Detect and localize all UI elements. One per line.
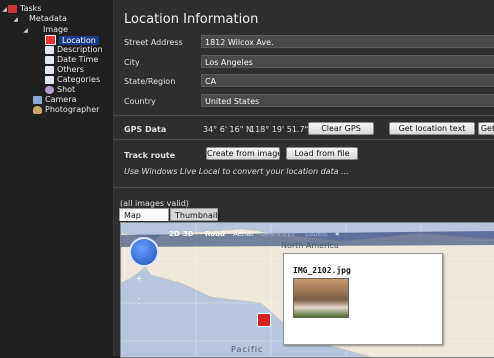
navigation-tree: ◢ Tasks ◢ Metadata ◢ Image Location Descrip… [0,0,114,356]
tree-item-label: Others [57,65,84,74]
expand-arrow-icon[interactable]: ◢ [1,5,8,15]
location-icon [45,35,56,45]
get-button[interactable]: Get [478,122,494,135]
create-from-images-button[interactable]: Create from images [206,147,280,160]
popup-filename: IMG_2102.jpg [293,266,351,275]
tree-item-categories[interactable]: Categories [45,75,100,85]
state-region-field[interactable]: CA [201,74,494,87]
tree-item-image[interactable]: ◢ Image [22,25,68,35]
street-address-label: Street Address [124,38,183,47]
city-field[interactable]: Los Angeles [201,55,494,68]
zoom-out-button[interactable]: - [132,293,146,305]
expand-arrow-icon[interactable]: ◢ [12,15,19,25]
tree-item-photographer[interactable]: Photographer [33,105,99,115]
tree-item-shot[interactable]: Shot [45,85,75,95]
tab-thumbnails[interactable]: Thumbnails [170,208,221,221]
tree-item-label: Image [43,25,69,34]
track-route-label: Track route [124,151,176,160]
tree-item-label: Categories [57,75,101,84]
tree-item-others[interactable]: Others [45,65,84,75]
tree-item-label: Location [59,35,99,45]
gps-latitude: 34° 6' 16" N [203,125,252,134]
windows-live-hint: Use Windows Live Local to convert your l… [124,167,349,176]
map-view[interactable]: 2D 3D Road Aerial Bird's eye Labels « + … [120,222,494,358]
location-pushpin-icon[interactable] [257,313,271,327]
map-road-button[interactable]: Road [205,230,225,238]
validation-status: (all images valid) [120,199,189,208]
tree-item-tasks[interactable]: ◢ Tasks [1,4,41,14]
country-label: Country [124,97,156,106]
map-pan-dial-icon[interactable] [129,237,159,267]
expand-arrow-icon[interactable]: ◢ [22,26,29,36]
map-toolbar: 2D 3D Road Aerial Bird's eye Labels « [121,228,494,240]
tree-item-label: Date Time [57,55,99,64]
map-birds-eye-button[interactable]: Bird's eye [261,230,296,238]
gps-data-label: GPS Data [124,125,167,134]
tasks-icon [8,4,17,13]
tree-item-camera[interactable]: Camera [33,95,76,105]
divider [114,139,494,140]
map-labels-button[interactable]: Labels [305,230,328,238]
image-popup: IMG_2102.jpg [283,253,443,345]
photo-thumbnail[interactable] [293,278,349,318]
tree-item-label: Tasks [20,4,42,13]
others-icon [45,65,54,74]
tree-item-date-time[interactable]: Date Time [45,55,98,65]
clear-gps-button[interactable]: Clear GPS [308,122,374,135]
page-title: Location Information [124,12,259,27]
camera-icon [33,95,42,104]
map-label-north-america: North America [281,241,339,250]
tab-map-browse[interactable]: Map Browse [119,208,169,233]
tree-item-description[interactable]: Description [45,45,103,55]
tree-item-label: Description [57,45,103,54]
tree-item-label: Metadata [29,14,67,23]
country-field[interactable]: United States [201,94,494,107]
divider [114,115,494,116]
map-2d-button[interactable]: 2D [169,230,180,238]
divider [114,187,494,188]
tree-item-label: Shot [57,85,76,94]
photographer-icon [33,105,42,114]
state-region-label: State/Region [124,77,176,86]
date-time-icon [45,55,54,64]
street-address-field[interactable]: 1812 Wilcox Ave. [201,35,494,48]
categories-icon [45,75,54,84]
tree-item-location[interactable]: Location [45,35,99,45]
zoom-in-button[interactable]: + [132,273,146,285]
description-icon [45,45,54,54]
tree-item-label: Camera [45,95,77,104]
map-collapse-button[interactable]: « [335,230,340,238]
get-location-text-button[interactable]: Get location text [389,122,475,135]
city-label: City [124,58,140,67]
map-3d-button[interactable]: 3D [183,230,194,238]
map-aerial-button[interactable]: Aerial [233,230,253,238]
shot-icon [45,85,54,94]
tree-item-metadata[interactable]: ◢ Metadata [12,14,67,24]
load-from-file-button[interactable]: Load from file [286,147,358,160]
location-panel: Location Information Street Address 1812… [114,0,494,358]
tree-item-label: Photographer [45,105,100,114]
map-label-pacific: Pacific [231,345,264,354]
